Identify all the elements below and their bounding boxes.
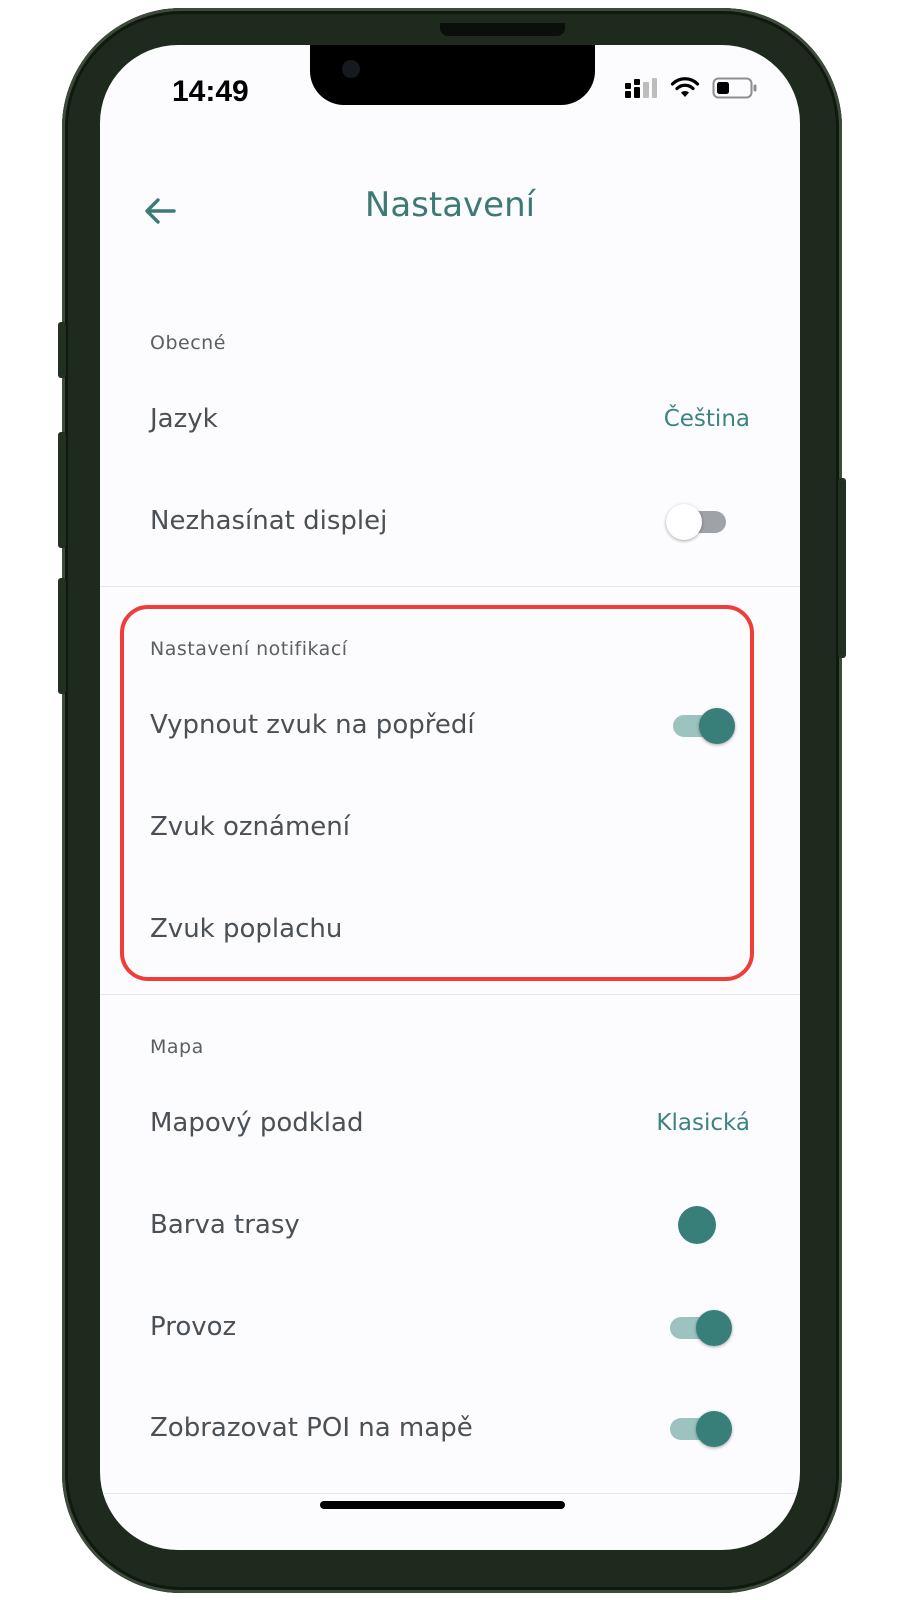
cellular-signal-icon — [624, 77, 658, 103]
toggle-knob — [696, 1310, 732, 1346]
traffic-toggle[interactable] — [666, 1309, 732, 1346]
mute-foreground-row: Vypnout zvuk na popředí — [100, 680, 800, 770]
volume-up-button — [58, 432, 66, 548]
keep-screen-on-toggle[interactable] — [666, 503, 732, 540]
mute-switch — [58, 322, 66, 378]
keep-screen-on-row: Nezhasínat displej — [100, 476, 800, 566]
power-button — [838, 478, 846, 658]
language-row[interactable]: Jazyk Čeština — [100, 374, 800, 464]
map-base-label: Mapový podklad — [150, 1108, 364, 1138]
section-header-general: Obecné — [150, 332, 226, 354]
status-icons — [624, 75, 758, 105]
show-poi-toggle[interactable] — [666, 1410, 732, 1447]
navigation-bar: Nastavení — [100, 165, 800, 255]
section-header-map: Mapa — [150, 1036, 204, 1058]
screen: 14:49 Nastavení Obecné Jazyk Čeština Nez… — [100, 45, 800, 1550]
section-divider — [100, 586, 800, 587]
notification-sound-row[interactable]: Zvuk oznámení — [100, 782, 800, 872]
section-divider — [100, 1493, 800, 1494]
map-base-value[interactable]: Klasická — [656, 1110, 750, 1136]
traffic-label: Provoz — [150, 1312, 237, 1342]
route-color-row[interactable]: Barva trasy — [100, 1180, 800, 1270]
toggle-knob — [699, 708, 735, 744]
toggle-knob — [666, 504, 702, 540]
toggle-knob — [696, 1411, 732, 1447]
alarm-sound-label: Zvuk poplachu — [150, 914, 343, 944]
earpiece-speaker — [440, 23, 565, 36]
battery-icon — [712, 76, 758, 104]
section-divider — [100, 994, 800, 995]
route-color-label: Barva trasy — [150, 1210, 300, 1240]
alarm-sound-row[interactable]: Zvuk poplachu — [100, 884, 800, 974]
mute-foreground-toggle[interactable] — [669, 707, 735, 744]
front-camera — [342, 60, 360, 78]
wifi-icon — [670, 77, 700, 103]
notification-sound-label: Zvuk oznámení — [150, 812, 350, 842]
language-value[interactable]: Čeština — [664, 406, 750, 432]
stage: 14:49 Nastavení Obecné Jazyk Čeština Nez… — [0, 0, 900, 1600]
status-time: 14:49 — [172, 75, 249, 108]
keep-screen-on-label: Nezhasínat displej — [150, 506, 388, 536]
traffic-row: Provoz — [100, 1282, 800, 1372]
volume-down-button — [58, 578, 66, 694]
home-indicator[interactable] — [320, 1501, 565, 1509]
page-title: Nastavení — [364, 185, 536, 225]
mute-foreground-label: Vypnout zvuk na popředí — [150, 710, 475, 740]
language-label: Jazyk — [150, 404, 218, 434]
map-base-row[interactable]: Mapový podklad Klasická — [100, 1078, 800, 1168]
section-header-notifications: Nastavení notifikací — [150, 638, 348, 660]
route-color-swatch[interactable] — [678, 1206, 716, 1244]
show-poi-label: Zobrazovat POI na mapě — [150, 1413, 473, 1443]
notch — [310, 45, 595, 105]
show-poi-row: Zobrazovat POI na mapě — [100, 1383, 800, 1473]
